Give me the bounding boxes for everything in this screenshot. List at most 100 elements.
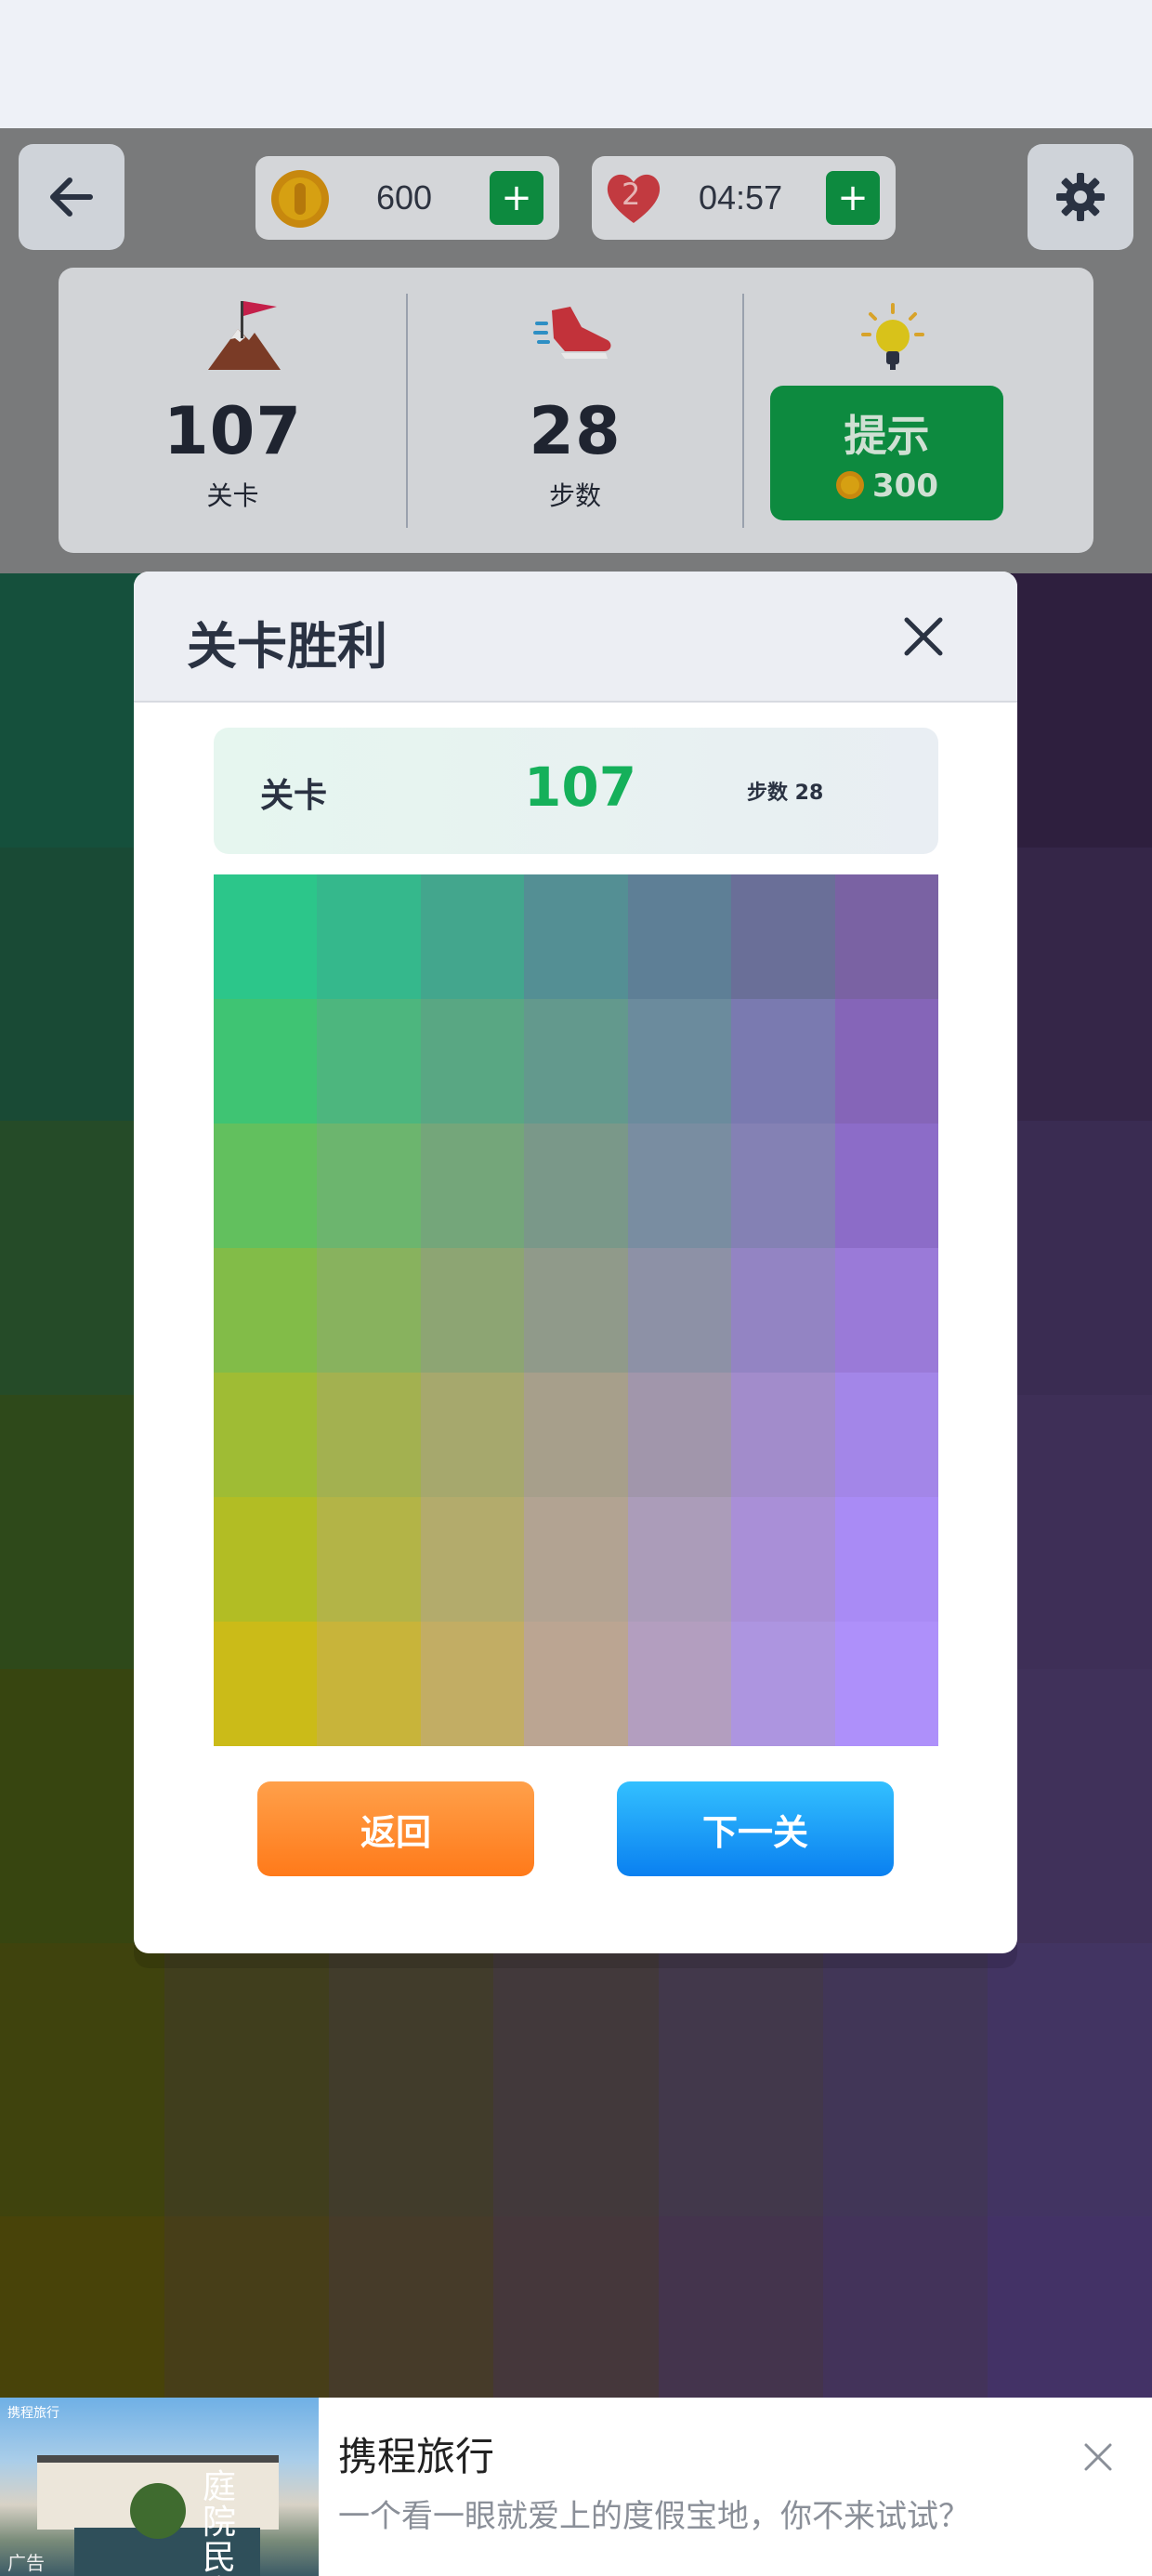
settings-button[interactable]	[1028, 144, 1133, 250]
return-button[interactable]: 返回	[257, 1781, 534, 1876]
lives-count: 2	[622, 177, 641, 212]
ad-close-button[interactable]	[1078, 2437, 1119, 2477]
board-tile	[317, 999, 421, 1124]
board-tile	[834, 999, 938, 1124]
board-tile	[834, 1622, 938, 1746]
board-tile	[834, 1124, 938, 1248]
board-tile	[834, 1248, 938, 1373]
result-label: 关卡	[260, 777, 328, 815]
board-tile	[420, 1373, 525, 1497]
plus-icon: +	[501, 177, 532, 219]
add-coins-button[interactable]: +	[490, 171, 543, 225]
ad-description: 一个看一眼就爱上的度假宝地，你不来试试？	[338, 2498, 970, 2535]
hint-cost-value: 300	[872, 467, 938, 505]
board-tile	[731, 874, 835, 999]
board-tile	[317, 874, 421, 999]
return-button-label: 返回	[360, 1811, 431, 1853]
result-level: 107	[524, 756, 637, 819]
board-tile	[834, 1373, 938, 1497]
board-tile	[317, 1124, 421, 1248]
solved-board-preview	[214, 874, 938, 1746]
board-tile	[317, 1622, 421, 1746]
status-bar-area	[0, 0, 1152, 128]
mountain-flag-icon	[208, 301, 281, 370]
board-tile	[627, 874, 732, 999]
dialog-title: 关卡胜利	[187, 617, 387, 676]
result-steps: 步数 28	[747, 782, 824, 805]
steps-value: 28	[529, 393, 622, 469]
lives-pill: 2 04:57 +	[592, 156, 896, 240]
level-label: 关卡	[206, 480, 259, 511]
board-tile	[214, 1248, 318, 1373]
board-tile	[627, 1124, 732, 1248]
ad-tree	[130, 2483, 186, 2539]
board-tile	[834, 1497, 938, 1622]
hint-label: 提示	[844, 411, 930, 461]
board-tile	[214, 1124, 318, 1248]
arrow-left-icon	[50, 177, 93, 217]
coins-pill: 600 +	[255, 156, 559, 240]
next-level-button-label: 下一关	[701, 1811, 808, 1853]
hint-cost: 300	[770, 467, 1003, 505]
board-tile	[214, 874, 318, 999]
hint-button[interactable]: 提示 300	[770, 386, 1003, 520]
board-tile	[627, 999, 732, 1124]
gear-icon	[1056, 173, 1105, 221]
board-tile	[420, 1124, 525, 1248]
board-tile	[214, 1373, 318, 1497]
ad-image[interactable]: 携程旅行 庭院民宿 广告	[0, 2398, 319, 2576]
ad-title: 携程旅行	[338, 2434, 495, 2479]
board-tile	[214, 1622, 318, 1746]
level-value: 107	[163, 393, 303, 469]
ad-image-text: 庭院民宿	[203, 2468, 237, 2576]
board-tile	[731, 999, 835, 1124]
level-complete-dialog: 关卡胜利 关卡 107 步数 28 返回 下一关	[134, 572, 1017, 1953]
board-tile	[420, 1497, 525, 1622]
close-icon	[1084, 2443, 1112, 2471]
board-tile	[317, 1373, 421, 1497]
board-tile	[731, 1373, 835, 1497]
back-button[interactable]	[19, 144, 124, 250]
stats-divider	[742, 294, 744, 528]
coin-icon	[836, 471, 864, 499]
board-tile	[627, 1497, 732, 1622]
add-lives-button[interactable]: +	[826, 171, 880, 225]
level-stat: 107 关卡	[59, 268, 407, 553]
board-tile	[731, 1248, 835, 1373]
board-tile	[420, 874, 525, 999]
coin-icon	[271, 170, 329, 228]
board-tile	[524, 1622, 628, 1746]
close-icon	[904, 617, 943, 656]
board-tile	[524, 874, 628, 999]
ad-brand: 携程旅行	[7, 2406, 59, 2421]
board-tile	[731, 1124, 835, 1248]
result-summary: 关卡 107 步数 28	[214, 728, 938, 854]
board-tile	[731, 1622, 835, 1746]
ad-banner[interactable]: 携程旅行 庭院民宿 广告 携程旅行 一个看一眼就爱上的度假宝地，你不来试试？	[0, 2398, 1152, 2576]
board-tile	[524, 1124, 628, 1248]
board-tile	[317, 1248, 421, 1373]
lives-timer: 04:57	[699, 178, 783, 217]
dialog-header: 关卡胜利	[134, 572, 1017, 703]
board-tile	[214, 1497, 318, 1622]
sneaker-icon	[533, 307, 611, 359]
steps-label: 步数	[548, 480, 601, 511]
board-tile	[524, 1248, 628, 1373]
dialog-close-button[interactable]	[896, 609, 951, 664]
board-tile	[731, 1497, 835, 1622]
board-tile	[524, 1497, 628, 1622]
board-tile	[627, 1622, 732, 1746]
lightbulb-icon	[861, 303, 924, 370]
steps-stat: 28 步数	[408, 268, 742, 553]
board-tile	[420, 1248, 525, 1373]
next-level-button[interactable]: 下一关	[617, 1781, 894, 1876]
board-tile	[420, 1622, 525, 1746]
board-tile	[627, 1248, 732, 1373]
board-tile	[524, 999, 628, 1124]
board-tile	[214, 999, 318, 1124]
plus-icon: +	[837, 177, 869, 219]
board-tile	[834, 874, 938, 999]
board-tile	[317, 1497, 421, 1622]
board-tile	[420, 999, 525, 1124]
board-tile	[524, 1373, 628, 1497]
